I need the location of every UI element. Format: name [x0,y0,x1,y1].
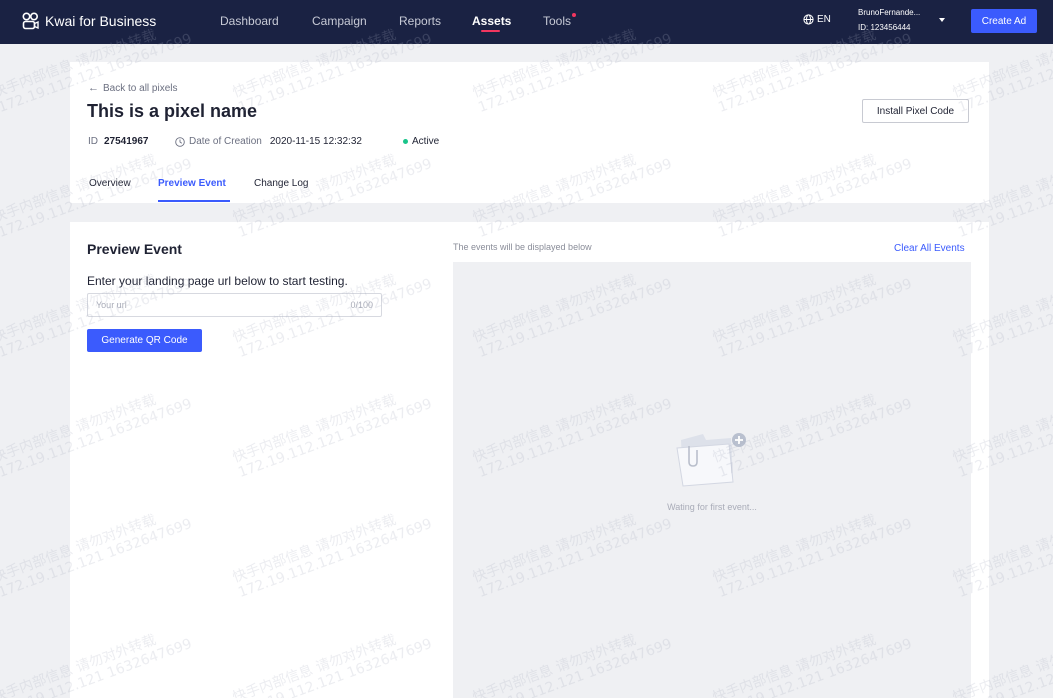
chevron-down-icon[interactable] [939,18,945,22]
pixel-id-label: ID [88,136,98,147]
active-tab-indicator [158,200,230,202]
nav-dashboard[interactable]: Dashboard [220,14,279,28]
generate-qr-code-button[interactable]: Generate QR Code [87,329,202,352]
status-badge: Active [403,136,439,147]
instructions-text: Enter your landing page url below to sta… [87,274,348,288]
nav-campaign[interactable]: Campaign [312,14,367,28]
globe-icon [803,14,814,25]
tab-overview[interactable]: Overview [89,178,131,189]
nav-reports[interactable]: Reports [399,14,441,28]
page-title: This is a pixel name [87,101,258,121]
creation-date-label: Date of Creation [189,136,262,147]
arrow-left-icon: ← [88,82,99,94]
nav-tools[interactable]: Tools [543,14,571,28]
url-field[interactable]: 0/100 [87,293,382,317]
create-ad-button[interactable]: Create Ad [971,9,1037,33]
creation-date: Date of Creation 2020-11-15 12:32:32 [175,136,362,147]
section-title: Preview Event [87,241,182,257]
empty-folder-icon [676,433,746,487]
waiting-message: Wating for first event... [667,502,757,512]
user-name[interactable]: BrunoFernande... [858,8,920,17]
tab-change-log[interactable]: Change Log [254,178,309,189]
language-label: EN [817,14,831,25]
status-dot [403,139,408,144]
brand-logo[interactable]: Kwai for Business [22,12,156,30]
clock-icon [175,136,185,147]
user-id: ID: 123456444 [858,23,911,32]
tools-notification-dot [572,13,576,17]
nav-active-indicator [481,30,500,32]
pixel-header-card: ← Back to all pixels This is a pixel nam… [70,62,989,203]
top-navigation-bar: Kwai for Business Dashboard Campaign Rep… [0,0,1053,44]
events-caption: The events will be displayed below [453,242,592,252]
creation-date-value: 2020-11-15 12:32:32 [269,136,362,147]
language-switcher[interactable]: EN [803,14,831,25]
back-link-label: Back to all pixels [103,82,178,94]
pixel-id-value: 27541967 [104,136,149,147]
pixel-id: ID 27541967 [88,136,149,147]
kwai-logo-icon [22,12,39,30]
nav-assets[interactable]: Assets [472,14,511,28]
url-char-counter: 0/100 [350,300,373,310]
events-list: Wating for first event... [453,262,971,698]
clear-all-events-link[interactable]: Clear All Events [894,243,965,254]
status-label: Active [412,136,440,147]
preview-event-panel: Preview Event Enter your landing page ur… [70,222,989,698]
tab-preview-event[interactable]: Preview Event [158,178,226,189]
back-to-pixels-link[interactable]: ← Back to all pixels [88,82,177,94]
brand-name: Kwai for Business [45,13,157,29]
url-input[interactable] [96,294,336,316]
install-pixel-code-button[interactable]: Install Pixel Code [862,99,969,123]
